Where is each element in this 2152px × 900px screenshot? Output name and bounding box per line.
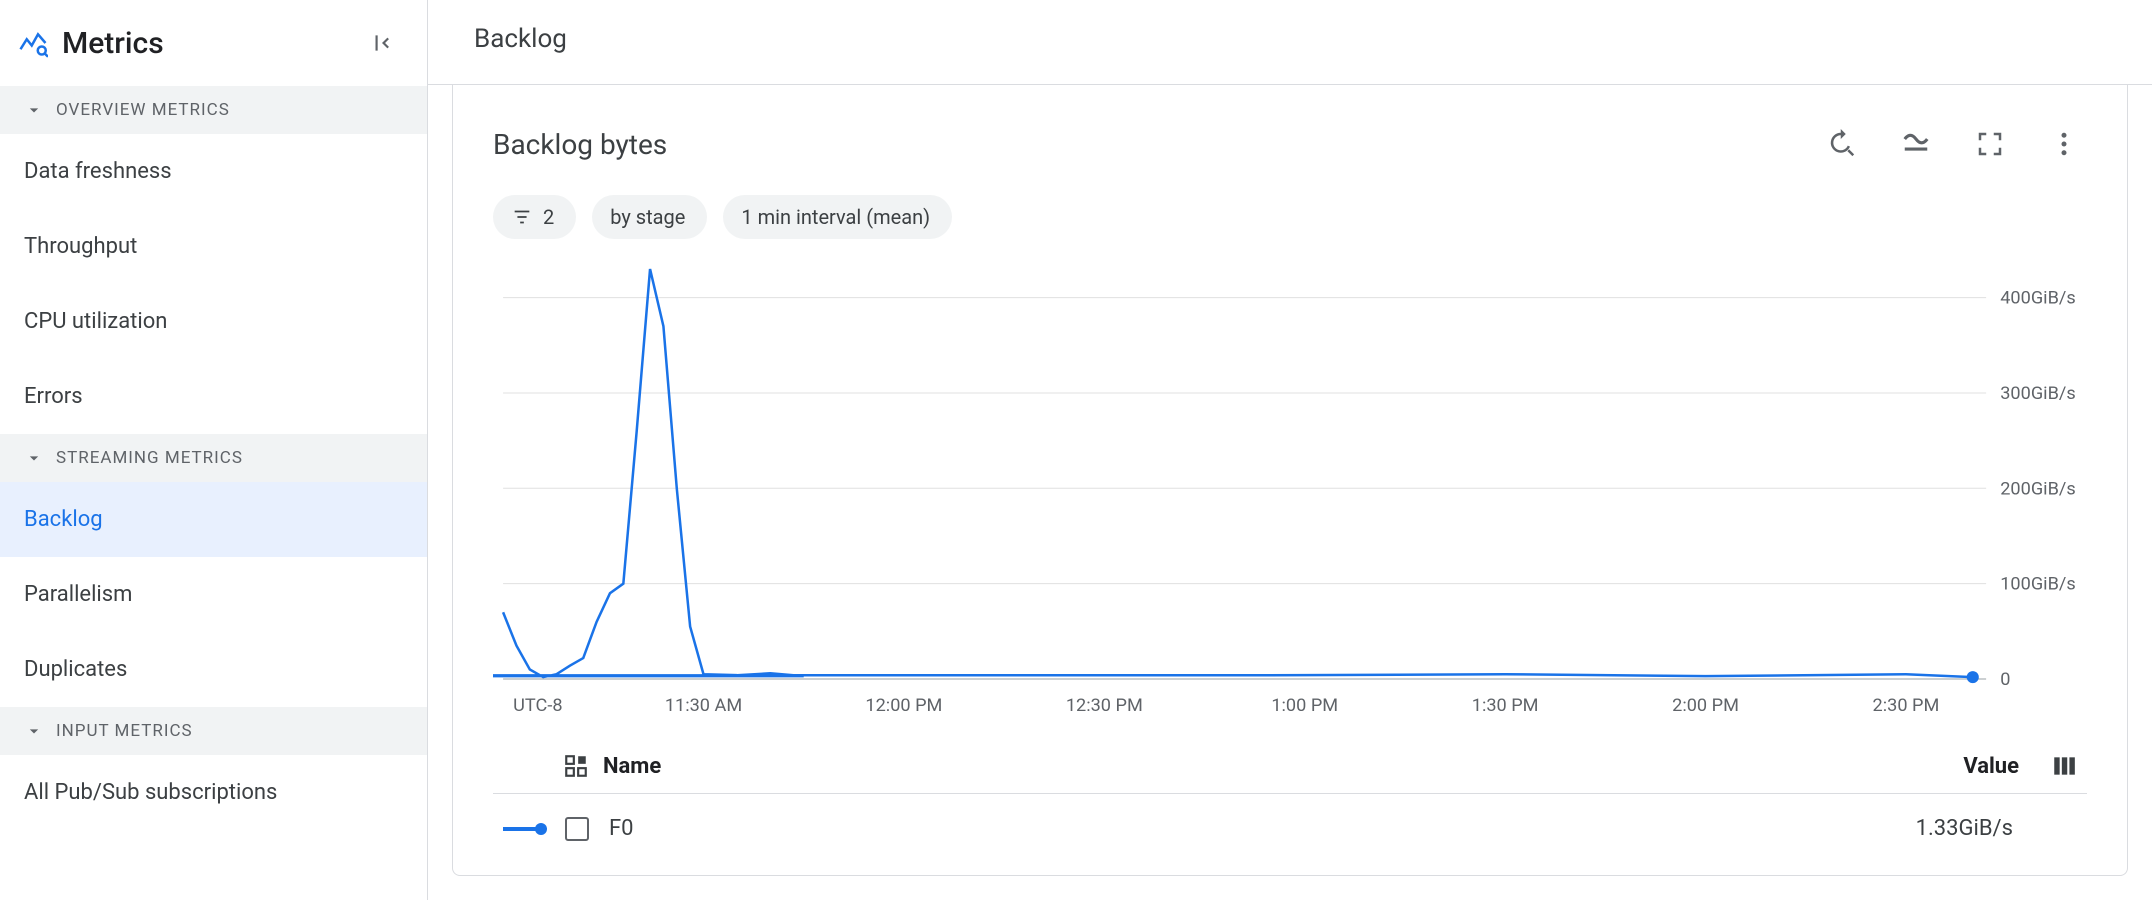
sidebar-item-backlog[interactable]: Backlog <box>0 482 427 557</box>
svg-text:100GiB/s: 100GiB/s <box>2000 574 2076 595</box>
metrics-icon <box>18 28 48 58</box>
series-checkbox[interactable] <box>565 817 589 841</box>
sidebar-item-parallelism[interactable]: Parallelism <box>0 557 427 632</box>
filter-count: 2 <box>543 205 554 229</box>
sidebar: Metrics OVERVIEW METRICS Data freshness … <box>0 0 428 900</box>
chevron-down-icon <box>24 100 44 120</box>
sidebar-item-throughput[interactable]: Throughput <box>0 209 427 284</box>
chart-type-icon[interactable] <box>563 753 589 779</box>
svg-text:0: 0 <box>2000 669 2010 690</box>
svg-text:UTC-8: UTC-8 <box>513 695 562 716</box>
sidebar-header: Metrics <box>0 0 427 86</box>
svg-text:2:30 PM: 2:30 PM <box>1873 695 1940 716</box>
filter-chip[interactable]: 2 <box>493 195 576 239</box>
collapse-sidebar-button[interactable] <box>363 24 401 62</box>
page-title: Backlog <box>428 0 2152 85</box>
svg-text:300GiB/s: 300GiB/s <box>2000 383 2076 404</box>
series-color-swatch <box>503 827 545 831</box>
svg-text:12:00 PM: 12:00 PM <box>865 695 942 716</box>
sidebar-item-duplicates[interactable]: Duplicates <box>0 632 427 707</box>
svg-text:400GiB/s: 400GiB/s <box>2000 288 2076 309</box>
section-header-streaming[interactable]: STREAMING METRICS <box>0 434 427 482</box>
group-chip[interactable]: by stage <box>592 195 707 239</box>
line-chart: 0 100GiB/s 200GiB/s 300GiB/s 400GiB/s UTC-8 11… <box>493 259 2087 719</box>
more-options-button[interactable] <box>2041 121 2087 167</box>
legend-row[interactable]: F0 1.33GiB/s <box>493 794 2087 863</box>
interval-chip[interactable]: 1 min interval (mean) <box>723 195 952 239</box>
chart-card: Backlog bytes 2 by sta <box>452 85 2128 876</box>
card-header: Backlog bytes <box>493 121 2087 167</box>
fullscreen-button[interactable] <box>1967 121 2013 167</box>
chevron-down-icon <box>24 448 44 468</box>
svg-text:12:30 PM: 12:30 PM <box>1066 695 1143 716</box>
columns-icon[interactable] <box>2051 753 2077 779</box>
sidebar-item-all-pubsub[interactable]: All Pub/Sub subscriptions <box>0 755 427 830</box>
svg-text:2:00 PM: 2:00 PM <box>1672 695 1739 716</box>
chart-area[interactable]: 0 100GiB/s 200GiB/s 300GiB/s 400GiB/s UTC-8 11… <box>493 259 2087 719</box>
sidebar-item-data-freshness[interactable]: Data freshness <box>0 134 427 209</box>
svg-text:200GiB/s: 200GiB/s <box>2000 478 2076 499</box>
chip-row: 2 by stage 1 min interval (mean) <box>493 195 2087 239</box>
section-label: STREAMING METRICS <box>56 448 243 468</box>
svg-text:1:00 PM: 1:00 PM <box>1271 695 1338 716</box>
section-header-input[interactable]: INPUT METRICS <box>0 707 427 755</box>
chart-title: Backlog bytes <box>493 128 1791 161</box>
sidebar-item-errors[interactable]: Errors <box>0 359 427 434</box>
chevron-down-icon <box>24 721 44 741</box>
value-column-header[interactable]: Value <box>1963 754 2019 779</box>
legend-table: Name Value F0 1.33GiB/s <box>493 739 2087 863</box>
legend-header: Name Value <box>493 739 2087 794</box>
sidebar-item-cpu-utilization[interactable]: CPU utilization <box>0 284 427 359</box>
section-label: OVERVIEW METRICS <box>56 100 230 120</box>
sidebar-title: Metrics <box>62 26 349 61</box>
name-column-header[interactable]: Name <box>603 754 661 779</box>
reset-zoom-button[interactable] <box>1819 121 1865 167</box>
legend-toggle-button[interactable] <box>1893 121 1939 167</box>
section-header-overview[interactable]: OVERVIEW METRICS <box>0 86 427 134</box>
filter-icon <box>511 206 533 228</box>
main-content: Backlog bytes 2 by sta <box>428 85 2152 900</box>
svg-text:1:30 PM: 1:30 PM <box>1472 695 1539 716</box>
svg-text:11:30 AM: 11:30 AM <box>665 695 742 716</box>
series-value: 1.33GiB/s <box>1916 816 2013 841</box>
series-name: F0 <box>609 816 634 841</box>
section-label: INPUT METRICS <box>56 721 193 741</box>
main: Backlog Backlog bytes <box>428 0 2152 900</box>
